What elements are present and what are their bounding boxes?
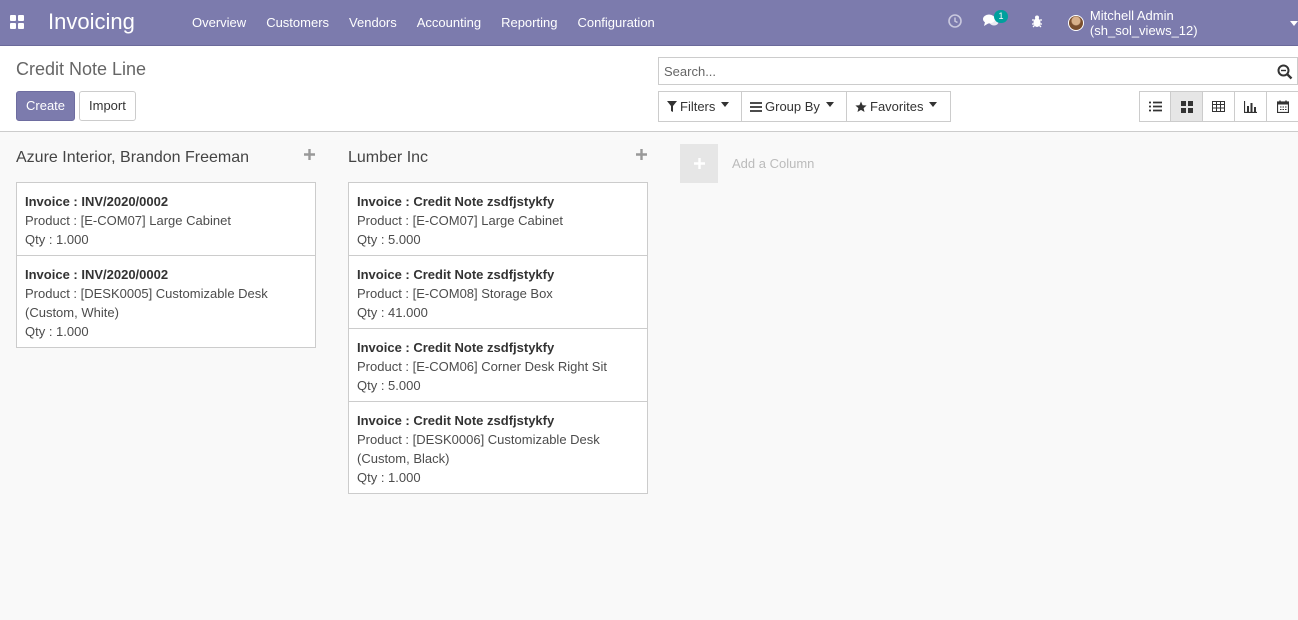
groupby-label: Group By: [765, 99, 820, 114]
app-brand[interactable]: Invoicing: [48, 9, 135, 35]
add-column-button[interactable]: [680, 144, 718, 183]
menu-vendors[interactable]: Vendors: [339, 0, 407, 46]
plus-icon[interactable]: [304, 148, 316, 160]
favorites-dropdown[interactable]: Favorites: [846, 91, 951, 122]
card-invoice: Invoice : Credit Note zsdfjstykfy: [357, 194, 555, 209]
plus-icon[interactable]: [636, 148, 648, 160]
groupby-dropdown[interactable]: Group By: [741, 91, 847, 122]
card-qty: Qty : 5.000: [357, 378, 421, 393]
card-invoice: Invoice : INV/2020/0002: [25, 194, 169, 209]
column-header: Lumber Inc: [348, 132, 648, 182]
search-icon[interactable]: [1277, 64, 1293, 80]
create-button[interactable]: Create: [16, 91, 76, 121]
main-menu: Overview Customers Vendors Accounting Re…: [182, 0, 665, 46]
top-navbar: Invoicing Overview Customers Vendors Acc…: [0, 0, 1298, 46]
chevron-down-icon: [929, 102, 938, 107]
search-input[interactable]: [659, 58, 1259, 84]
messages-count-badge: 1: [994, 10, 1008, 23]
card-qty: Qty : 1.000: [25, 324, 89, 339]
column-title: Azure Interior, Brandon Freeman: [16, 149, 250, 166]
kanban-board: Azure Interior, Brandon Freeman Invoice …: [0, 132, 1298, 620]
card-product: Product : [E-COM07] Large Cabinet: [25, 213, 231, 228]
chevron-down-icon: [721, 102, 730, 107]
search-bar: [658, 57, 1298, 85]
chat-icon[interactable]: 1: [982, 10, 1008, 31]
chevron-down-icon: [1290, 20, 1298, 26]
column-header: Azure Interior, Brandon Freeman: [16, 132, 316, 182]
view-switcher: [1139, 91, 1298, 122]
kanban-card[interactable]: Invoice : Credit Note zsdfjstykfy Produc…: [348, 256, 648, 329]
add-column-label: Add a Column: [732, 156, 815, 171]
card-invoice: Invoice : INV/2020/0002: [25, 267, 169, 282]
card-qty: Qty : 1.000: [357, 470, 421, 485]
column-title: Lumber Inc: [348, 149, 429, 166]
user-menu[interactable]: Mitchell Admin (sh_sol_views_12): [1068, 0, 1298, 46]
pivot-view-icon[interactable]: [1203, 91, 1235, 122]
menu-overview[interactable]: Overview: [182, 0, 256, 46]
card-qty: Qty : 41.000: [357, 305, 428, 320]
card-invoice: Invoice : Credit Note zsdfjstykfy: [357, 267, 555, 282]
kanban-column: Azure Interior, Brandon Freeman Invoice …: [16, 132, 316, 348]
kanban-card[interactable]: Invoice : Credit Note zsdfjstykfy Produc…: [348, 329, 648, 402]
menu-configuration[interactable]: Configuration: [567, 0, 664, 46]
calendar-view-icon[interactable]: [1267, 91, 1298, 122]
card-product: Product : [E-COM08] Storage Box: [357, 286, 553, 301]
user-name: Mitchell Admin (sh_sol_views_12): [1089, 8, 1198, 38]
card-qty: Qty : 5.000: [357, 232, 421, 247]
card-invoice: Invoice : Credit Note zsdfjstykfy: [357, 340, 555, 355]
kanban-card[interactable]: Invoice : Credit Note zsdfjstykfy Produc…: [348, 182, 648, 256]
kanban-card[interactable]: Invoice : INV/2020/0002 Product : [DESK0…: [16, 256, 316, 348]
menu-customers[interactable]: Customers: [256, 0, 339, 46]
apps-grid-icon[interactable]: [10, 15, 24, 29]
avatar: [1068, 15, 1084, 31]
card-product: Product : [E-COM07] Large Cabinet: [357, 213, 563, 228]
card-product: Product : [DESK0006] Customizable Desk (…: [357, 432, 600, 466]
bug-icon[interactable]: [1029, 13, 1047, 31]
card-invoice: Invoice : Credit Note zsdfjstykfy: [357, 413, 555, 428]
clock-icon[interactable]: [947, 13, 965, 31]
filters-dropdown[interactable]: Filters: [658, 91, 742, 122]
kanban-card[interactable]: Invoice : Credit Note zsdfjstykfy Produc…: [348, 402, 648, 494]
chevron-down-icon: [825, 102, 834, 107]
star-icon: [855, 101, 867, 112]
filters-label: Filters: [680, 99, 716, 114]
import-button[interactable]: Import: [79, 91, 136, 121]
kanban-view-icon[interactable]: [1171, 91, 1203, 122]
card-product: Product : [DESK0005] Customizable Desk (…: [25, 286, 268, 320]
graph-view-icon[interactable]: [1235, 91, 1267, 122]
add-column[interactable]: Add a Column: [680, 144, 814, 183]
menu-reporting[interactable]: Reporting: [491, 0, 567, 46]
control-panel: Credit Note Line Create Import Filters G…: [0, 46, 1298, 132]
kanban-card[interactable]: Invoice : INV/2020/0002 Product : [E-COM…: [16, 182, 316, 256]
filter-icon: [667, 101, 677, 112]
group-by-icon: [750, 101, 762, 112]
page-title: Credit Note Line: [16, 59, 147, 79]
favorites-label: Favorites: [870, 99, 924, 114]
list-view-icon[interactable]: [1139, 91, 1171, 122]
card-qty: Qty : 1.000: [25, 232, 89, 247]
card-product: Product : [E-COM06] Corner Desk Right Si…: [357, 359, 607, 374]
plus-icon: [693, 158, 705, 169]
kanban-column: Lumber Inc Invoice : Credit Note zsdfjst…: [348, 132, 648, 494]
menu-accounting[interactable]: Accounting: [407, 0, 491, 46]
